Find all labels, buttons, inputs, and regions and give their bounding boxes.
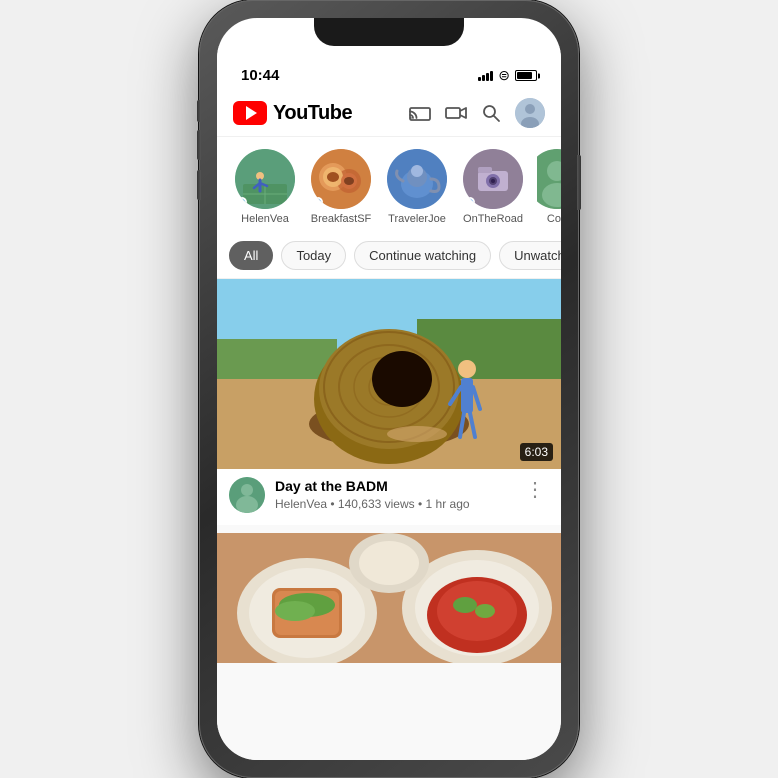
signal-bar-4 [490, 71, 493, 81]
volume-up-button[interactable] [197, 130, 201, 160]
video-feed: 6:03 Day at the BADM [217, 279, 561, 760]
channel-name: TravelerJoe [388, 213, 446, 225]
subscription-item-ontheroad[interactable]: OnTheRoad [461, 149, 525, 225]
signal-bar-2 [482, 75, 485, 81]
notification-dot [313, 197, 323, 207]
breakfastsf-avatar [311, 149, 371, 209]
play-triangle-icon [246, 106, 257, 120]
phone-wrapper: 10:44 ⊜ [199, 0, 579, 778]
subscriptions-row: HelenVea [217, 137, 561, 233]
ontheroad-avatar [463, 149, 523, 209]
notification-dot [465, 197, 475, 207]
video-thumbnail-2[interactable] [217, 533, 561, 663]
channel-name: Con [547, 213, 561, 225]
video-title: Day at the BADM [275, 477, 511, 495]
channel-name: OnTheRoad [463, 213, 523, 225]
video-card: 6:03 Day at the BADM [217, 279, 561, 525]
user-avatar[interactable] [515, 98, 545, 128]
channel-avatar[interactable] [229, 477, 265, 513]
power-button[interactable] [577, 155, 581, 210]
filter-tabs: All Today Continue watching Unwatched [217, 233, 561, 279]
signal-bar-3 [486, 73, 489, 81]
helenvea-avatar [235, 149, 295, 209]
status-bar: 10:44 ⊜ [217, 46, 561, 90]
more-options-button[interactable]: ⋮ [521, 477, 549, 502]
video-info: Day at the BADM HelenVea • 140,633 views… [217, 469, 561, 525]
youtube-logo-text: YouTube [273, 102, 352, 125]
subscription-item-breakfastsf[interactable]: BreakfastSF [309, 149, 373, 225]
search-icon[interactable] [481, 103, 501, 123]
subscription-item-helenvea[interactable]: HelenVea [233, 149, 297, 225]
status-time: 10:44 [241, 67, 279, 84]
screen: 10:44 ⊜ [217, 18, 561, 760]
wifi-icon: ⊜ [498, 67, 510, 84]
channel-name: HelenVea [241, 213, 289, 225]
video-thumbnail[interactable]: 6:03 [217, 279, 561, 469]
filter-tab-today[interactable]: Today [281, 241, 346, 270]
header-icons [409, 98, 545, 128]
video-metadata: Day at the BADM HelenVea • 140,633 views… [275, 477, 511, 511]
battery-icon [515, 70, 537, 81]
battery-fill [517, 72, 532, 79]
travelerjoe-avatar [387, 149, 447, 209]
video-card-2 [217, 533, 561, 663]
subscription-item-con[interactable]: Con [537, 149, 561, 225]
signal-bars [478, 71, 493, 81]
filter-tab-all[interactable]: All [229, 241, 273, 270]
subscription-item-travelerjoe[interactable]: TravelerJoe [385, 149, 449, 225]
filter-tab-unwatched[interactable]: Unwatched [499, 241, 561, 270]
cast-icon[interactable] [409, 104, 431, 122]
filter-tab-continue-watching[interactable]: Continue watching [354, 241, 491, 270]
con-avatar [537, 149, 561, 209]
camera-icon[interactable] [445, 104, 467, 122]
volume-down-button[interactable] [197, 170, 201, 200]
video-subtitle: HelenVea • 140,633 views • 1 hr ago [275, 497, 511, 511]
duration-badge: 6:03 [520, 443, 553, 461]
youtube-logo: YouTube [233, 101, 352, 125]
notification-dot [237, 197, 247, 207]
screen-content: 10:44 ⊜ [217, 18, 561, 760]
notch [314, 18, 464, 46]
status-icons: ⊜ [478, 67, 537, 84]
signal-bar-1 [478, 77, 481, 81]
youtube-header: YouTube [217, 90, 561, 137]
mute-button[interactable] [197, 100, 201, 122]
youtube-logo-icon [233, 101, 267, 125]
channel-name: BreakfastSF [311, 213, 372, 225]
